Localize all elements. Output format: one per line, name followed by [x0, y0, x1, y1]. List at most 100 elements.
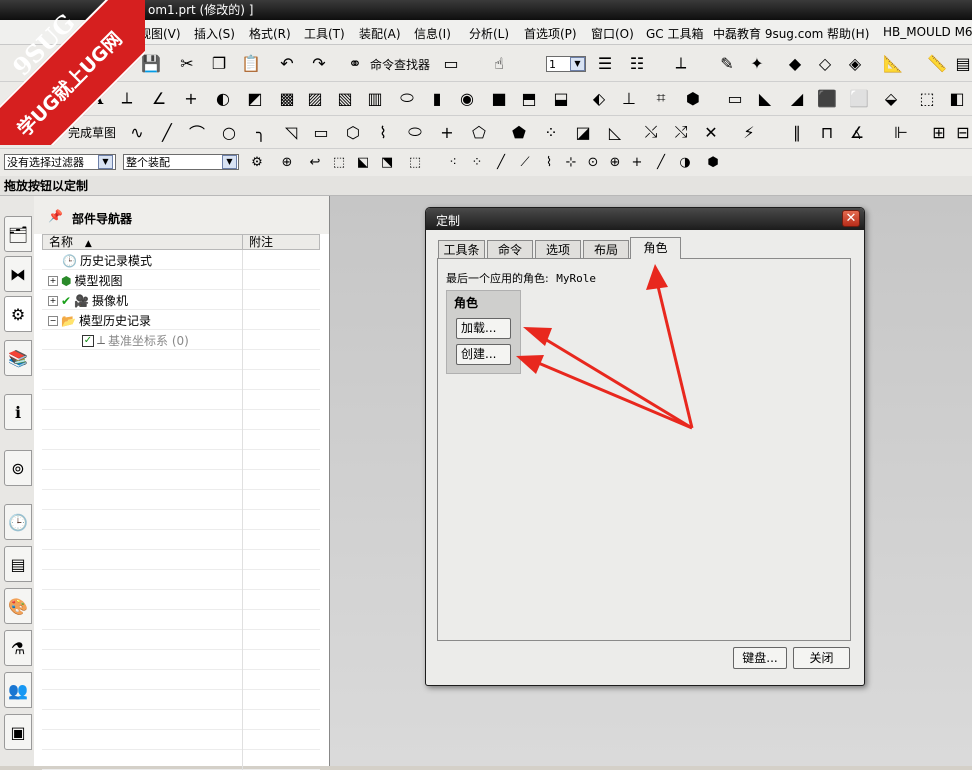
tab-layout[interactable]: 布局 — [583, 240, 629, 258]
trim-icon[interactable]: ⌗ — [650, 87, 672, 109]
menu-tools[interactable]: 工具(T) — [304, 25, 345, 42]
pattern-curve-icon[interactable]: ⬟ — [508, 121, 530, 143]
block-icon[interactable]: ■ — [488, 87, 510, 109]
column-header-name[interactable]: 名称 ▲ — [42, 234, 243, 250]
datum-csys-toolbar-icon[interactable]: ⟂ — [116, 87, 138, 109]
menu-assemblies[interactable]: 装配(A) — [359, 25, 401, 42]
body-icon[interactable]: ◧ — [946, 87, 968, 109]
table-icon[interactable]: ▦ — [54, 87, 76, 109]
mirror-icon[interactable]: ⊥ — [618, 87, 640, 109]
pattern-icon[interactable]: ⬖ — [588, 87, 610, 109]
tab-toolbars[interactable]: 工具条 — [438, 240, 485, 258]
axis-icon[interactable]: ∠ — [148, 87, 170, 109]
menu-information[interactable]: 信息(I) — [414, 25, 451, 42]
process-studio-tab-icon[interactable]: ▣ — [4, 714, 32, 750]
menu-gc-toolkit[interactable]: GC 工具箱 — [646, 25, 704, 42]
clock-tab-icon[interactable]: 🕒 — [4, 504, 32, 540]
dimension-icon[interactable]: ⚡ — [738, 121, 760, 143]
text-icon[interactable]: A — [86, 87, 108, 109]
undo-select-icon[interactable]: ↩ — [304, 151, 326, 173]
draft-icon[interactable]: ◣ — [754, 87, 776, 109]
paste-icon[interactable]: 📋 — [240, 52, 262, 74]
surface-1-icon[interactable]: ◩ — [244, 87, 266, 109]
box-icon[interactable]: ⬚ — [916, 87, 938, 109]
snap-end-icon[interactable]: ⁖ — [442, 151, 464, 173]
rectangle-icon[interactable]: ▭ — [310, 121, 332, 143]
snap-icon[interactable]: ⊕ — [276, 151, 298, 173]
copy-icon[interactable]: ❐ — [208, 52, 230, 74]
reuse-library-tab-icon[interactable]: 📚 — [4, 340, 32, 376]
snap-point-icon[interactable]: + — [626, 151, 648, 173]
display-icon[interactable]: ✦ — [746, 52, 768, 74]
menu-view[interactable]: 视图(V) — [139, 25, 181, 42]
system-scenes-tab-icon[interactable]: ⚗ — [4, 630, 32, 666]
constraint-1-icon[interactable]: ∥ — [786, 121, 808, 143]
menu-analysis[interactable]: 分析(L) — [469, 25, 509, 42]
layer-move-icon[interactable]: ☷ — [626, 52, 648, 74]
thicken-icon[interactable]: ⬛ — [816, 87, 838, 109]
redo-icon[interactable]: ↷ — [308, 52, 330, 74]
finish-sketch-icon[interactable]: 🏁 — [42, 121, 64, 143]
finish-sketch-label[interactable]: 完成草图 — [68, 124, 116, 141]
undo-icon[interactable]: ↶ — [276, 52, 298, 74]
layer-combo-dropdown-icon[interactable]: ▼ — [570, 57, 585, 71]
tree-row[interactable]: − 📂 模型历史记录 — [42, 310, 320, 330]
snap-body-icon[interactable]: ⬢ — [702, 151, 724, 173]
chamfer-icon[interactable]: ◢ — [786, 87, 808, 109]
constraint-5-icon[interactable]: ⊞ — [928, 121, 950, 143]
history-tab-icon[interactable]: ⊚ — [4, 450, 32, 486]
menu-help[interactable]: 帮助(H) — [827, 25, 869, 42]
cut-icon[interactable]: ✂ — [176, 52, 198, 74]
measure-icon[interactable]: 📐 — [882, 52, 904, 74]
ruler-icon[interactable]: 📏 — [926, 52, 948, 74]
internet-explorer-tab-icon[interactable]: ℹ — [4, 394, 32, 430]
snap-center-icon[interactable]: ⊙ — [582, 151, 604, 173]
binoculars-icon[interactable]: ⚭ — [344, 52, 366, 74]
menu-insert[interactable]: 插入(S) — [194, 25, 235, 42]
collapse-icon[interactable]: − — [48, 315, 58, 326]
sketch-icon[interactable]: ▦ — [14, 121, 36, 143]
select-bodies-icon[interactable]: ⬕ — [352, 151, 374, 173]
create-role-button[interactable]: 创建... — [456, 344, 511, 365]
tree-row[interactable]: 🕒 历史记录模式 — [42, 250, 320, 270]
tab-roles[interactable]: 角色 — [630, 237, 681, 259]
constraint-3-icon[interactable]: ∡ — [846, 121, 868, 143]
mesh-icon[interactable]: ▩ — [276, 87, 298, 109]
keyboard-button[interactable]: 键盘... — [733, 647, 787, 669]
snap-line-icon[interactable]: ╱ — [490, 151, 512, 173]
constraint-2-icon[interactable]: ⊓ — [816, 121, 838, 143]
edit-object-icon[interactable]: ✎ — [716, 52, 738, 74]
pin-icon[interactable]: 📌 — [48, 209, 63, 223]
assembly-scope-dropdown-icon[interactable]: ▼ — [222, 155, 237, 169]
snap-intersection-icon[interactable]: ⊹ — [560, 151, 582, 173]
constraint-4-icon[interactable]: ⊩ — [890, 121, 912, 143]
constraint-6-icon[interactable]: ⊟ — [952, 121, 972, 143]
snap-mid-icon[interactable]: ⁘ — [466, 151, 488, 173]
fillet-icon[interactable]: ╮ — [250, 121, 272, 143]
filter-settings-icon[interactable]: ⚙ — [246, 151, 268, 173]
shell-icon[interactable]: ⬒ — [518, 87, 540, 109]
sketch-cross-icon[interactable]: ✕ — [700, 121, 722, 143]
cam-op-1-icon[interactable]: ◆ — [784, 52, 806, 74]
circle-icon[interactable]: ○ — [218, 121, 240, 143]
checkbox-checked-icon[interactable]: ✓ — [82, 334, 94, 347]
menu-preferences[interactable]: 首选项(P) — [524, 25, 577, 42]
snap-curve-icon[interactable]: ⌇ — [538, 151, 560, 173]
cam-op-3-icon[interactable]: ◈ — [844, 52, 866, 74]
sketch-pattern-icon[interactable]: ⁘ — [540, 121, 562, 143]
tree-row[interactable]: + ✔ 🎥 摄像机 — [42, 290, 320, 310]
tab-commands[interactable]: 命令 — [487, 240, 533, 258]
tab-options[interactable]: 选项 — [535, 240, 581, 258]
sketch-point-icon[interactable]: + — [436, 121, 458, 143]
quick-trim-icon[interactable]: ◺ — [604, 121, 626, 143]
selection-filter-dropdown-icon[interactable]: ▼ — [98, 155, 113, 169]
snap-face-icon[interactable]: ◑ — [674, 151, 696, 173]
cylinder-icon[interactable]: ⬭ — [396, 87, 418, 109]
command-finder-label[interactable]: 命令查找器 — [370, 56, 430, 73]
menu-window[interactable]: 窗口(O) — [591, 25, 634, 42]
constraint-navigator-tab-icon[interactable]: ⧓ — [4, 256, 32, 292]
line-icon[interactable]: ╱ — [156, 121, 178, 143]
snap-tangent-icon[interactable]: ╱ — [650, 151, 672, 173]
menu-hb-mould[interactable]: HB_MOULD M6.6 — [883, 25, 972, 39]
unite-icon[interactable]: ⬢ — [682, 87, 704, 109]
